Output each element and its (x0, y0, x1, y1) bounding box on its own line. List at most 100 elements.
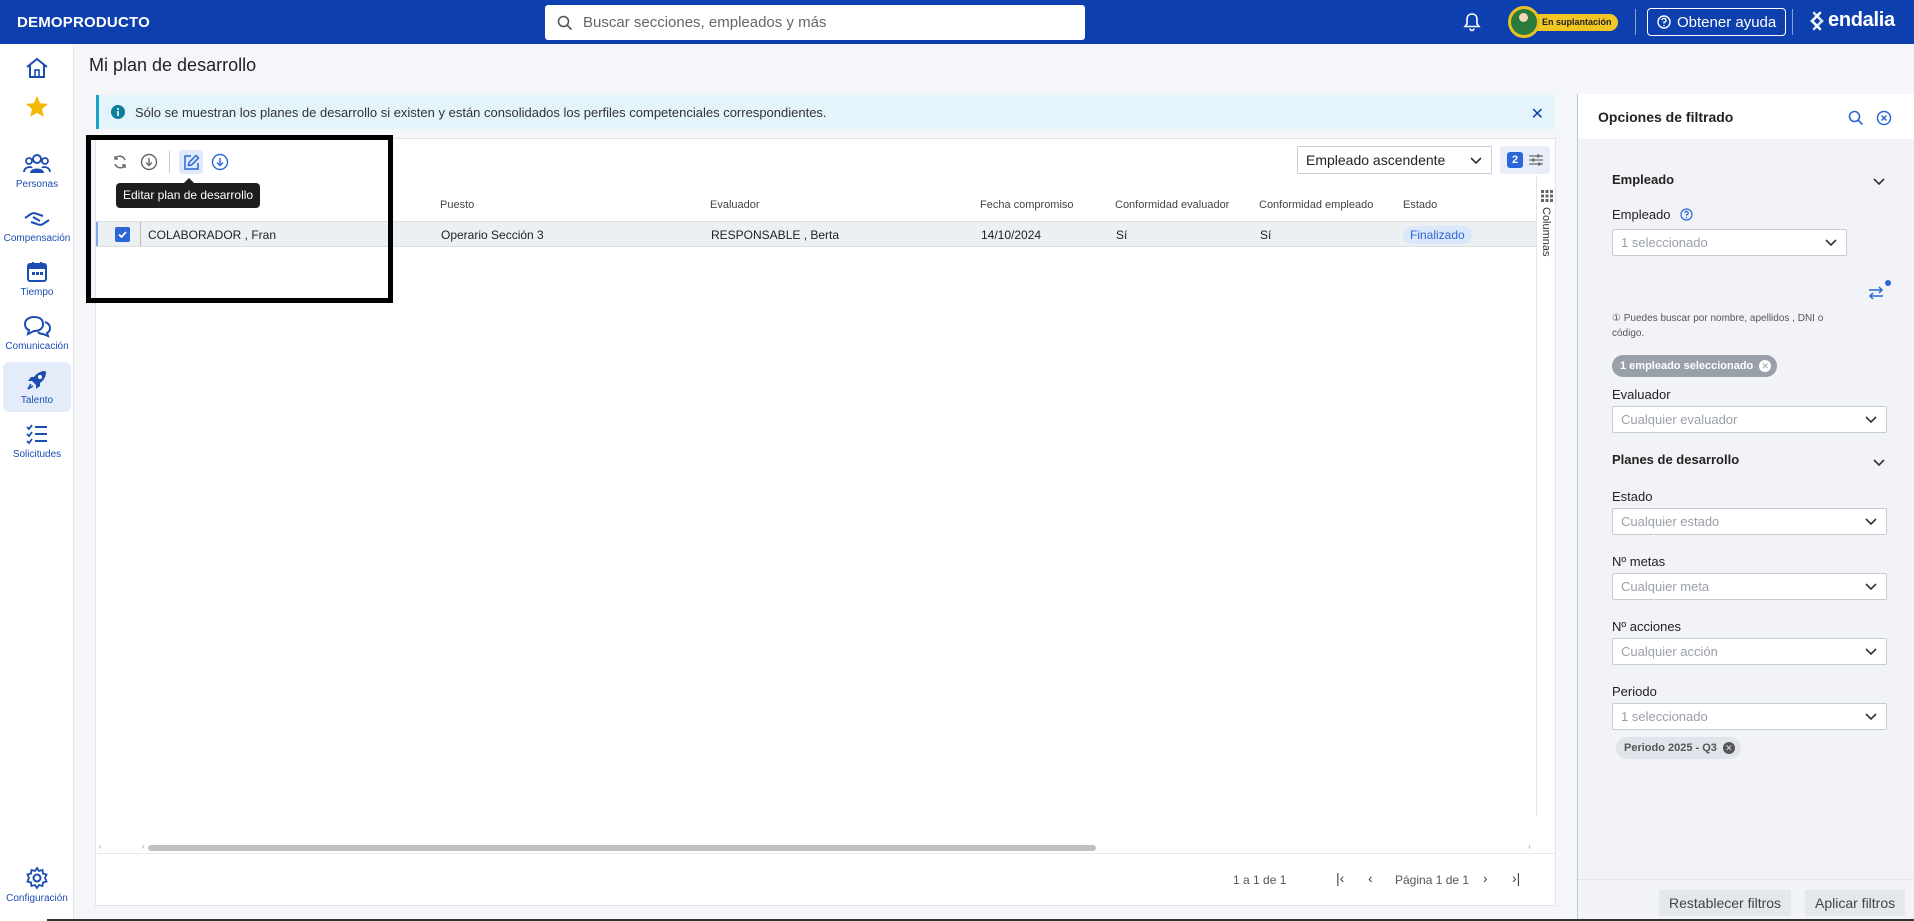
search-icon[interactable] (1848, 110, 1864, 126)
help-circle-icon (1657, 15, 1671, 29)
acciones-label: Nº acciones (1612, 619, 1682, 634)
column-header[interactable]: Puesto (440, 199, 474, 211)
scroll-left-icon[interactable]: ‹ (142, 842, 145, 851)
scroll-right-icon[interactable]: › (1528, 842, 1531, 851)
sidebar-item-configuracion[interactable]: Configuración (3, 866, 71, 904)
section-title-empleado[interactable]: Empleado (1612, 172, 1674, 187)
scroll-left-icon[interactable]: ‹ (99, 842, 102, 851)
download-icon[interactable] (137, 150, 161, 174)
column-header[interactable]: Conformidad evaluador (1115, 199, 1229, 211)
avatar (1508, 6, 1540, 38)
prev-page-icon[interactable]: ‹ (1368, 870, 1373, 886)
page-title: Mi plan de desarrollo (89, 55, 257, 75)
columns-count-badge: 2 (1507, 152, 1523, 168)
chevron-down-icon[interactable] (1872, 455, 1886, 469)
chevron-down-icon (1865, 713, 1877, 721)
sidebar: Personas Compensación Tiempo Comunicació… (0, 44, 74, 921)
sidebar-item-favorites[interactable] (3, 94, 71, 120)
help-circle-icon[interactable] (1680, 208, 1693, 221)
remove-chip-icon[interactable]: ✕ (1759, 360, 1772, 372)
search-input[interactable] (583, 14, 1063, 31)
empleado-label: Empleado (1612, 207, 1693, 222)
sidebar-item-solicitudes[interactable]: Solicitudes (3, 422, 71, 460)
metas-label: Nº metas (1612, 554, 1666, 569)
metas-select[interactable]: Cualquier meta (1612, 573, 1887, 600)
pagination: 1 a 1 de 1 |‹ ‹ Página 1 de 1 › ›| (96, 853, 1555, 903)
home-icon (26, 57, 48, 78)
cell-evaluador: RESPONSABLE , Berta (711, 228, 840, 242)
horizontal-scrollbar[interactable]: ‹ ‹ › (96, 842, 1536, 852)
periodo-label: Periodo (1612, 684, 1657, 699)
edit-plan-icon[interactable] (179, 150, 203, 174)
first-page-icon[interactable]: |‹ (1336, 870, 1344, 886)
download-plan-icon[interactable] (208, 150, 232, 174)
column-header[interactable]: Estado (1403, 199, 1437, 211)
divider (1635, 9, 1636, 35)
impersonation-badge: En suplantación (1530, 13, 1618, 31)
periodo-chip[interactable]: Periodo 2025 - Q3 ✕ (1616, 737, 1741, 759)
close-icon[interactable]: ✕ (1531, 104, 1544, 124)
sidebar-item-label: Solicitudes (12, 449, 62, 460)
evaluador-label: Evaluador (1612, 387, 1671, 402)
section-title-planes[interactable]: Planes de desarrollo (1612, 452, 1739, 467)
notifications-bell-icon[interactable] (1462, 12, 1482, 35)
sidebar-item-personas[interactable]: Personas (3, 152, 71, 190)
sort-select[interactable]: Empleado ascendente (1297, 146, 1492, 174)
apply-filters-button[interactable]: Aplicar filtros (1805, 890, 1906, 916)
global-search[interactable] (545, 5, 1085, 40)
info-banner: Sólo se muestran los planes de desarroll… (96, 95, 1555, 129)
row-checkbox[interactable] (115, 227, 130, 242)
next-page-icon[interactable]: › (1483, 870, 1488, 886)
empleado-select[interactable]: 1 seleccionado (1612, 229, 1847, 256)
pager-page: Página 1 de 1 (1395, 873, 1470, 887)
column-header[interactable]: Fecha compromiso (980, 199, 1074, 211)
table-header: Puesto Evaluador Fecha compromiso Confor… (96, 187, 1536, 221)
scrollbar-thumb[interactable] (148, 845, 1096, 851)
remove-chip-icon[interactable]: ✕ (1722, 742, 1735, 754)
reset-filters-button[interactable]: Restablecer filtros (1659, 890, 1792, 916)
periodo-select[interactable]: 1 seleccionado (1612, 703, 1887, 730)
column-header[interactable]: Conformidad empleado (1259, 199, 1373, 211)
acciones-select[interactable]: Cualquier acción (1612, 638, 1887, 665)
sidebar-item-compensacion[interactable]: Compensación (3, 208, 71, 244)
columns-side-panel[interactable]: Columnas (1536, 175, 1556, 815)
chevron-down-icon[interactable] (1872, 174, 1886, 188)
sidebar-item-label: Comunicación (5, 341, 69, 352)
evaluador-select[interactable]: Cualquier evaluador (1612, 406, 1887, 433)
sidebar-item-home[interactable] (3, 56, 71, 80)
divider (1792, 9, 1793, 35)
row-select-cell[interactable] (96, 222, 141, 246)
sidebar-item-tiempo[interactable]: Tiempo (3, 260, 71, 298)
company-name[interactable]: DEMOPRODUCTO (17, 14, 150, 31)
user-avatar-menu[interactable]: En suplantación (1508, 6, 1618, 38)
filter-panel-title: Opciones de filtrado (1598, 109, 1734, 125)
checklist-icon (26, 424, 47, 445)
search-icon (557, 15, 573, 30)
cell-conf-empleado: Sí (1260, 228, 1272, 242)
data-grid: Empleado ascendente 2 Puesto Evaluador F… (95, 138, 1556, 906)
estado-select[interactable]: Cualquier estado (1612, 508, 1887, 535)
empleado-chip[interactable]: 1 empleado seleccionado ✕ (1612, 355, 1778, 377)
top-bar: DEMOPRODUCTO En suplantación Obtener ayu… (0, 0, 1914, 44)
empleado-label-text: Empleado (1612, 207, 1671, 222)
help-button[interactable]: Obtener ayuda (1647, 8, 1787, 36)
columns-settings-button[interactable]: 2 (1500, 146, 1550, 174)
compensation-icon (24, 212, 50, 226)
estado-label: Estado (1612, 489, 1653, 504)
endalia-logo[interactable]: endalia (1806, 9, 1895, 32)
sidebar-item-comunicacion[interactable]: Comunicación (3, 314, 71, 352)
acciones-select-placeholder: Cualquier acción (1621, 644, 1718, 659)
filter-panel-footer: Restablecer filtros Aplicar filtros (1578, 879, 1914, 921)
periodo-select-value: 1 seleccionado (1621, 709, 1708, 724)
close-circle-icon[interactable] (1876, 110, 1892, 126)
refresh-icon[interactable] (108, 150, 132, 174)
table-row[interactable]: COLABORADOR , Fran Operario Sección 3 RE… (96, 221, 1536, 247)
column-header[interactable]: Evaluador (710, 199, 760, 211)
logo-text: endalia (1828, 9, 1895, 31)
chevron-down-icon (1865, 648, 1877, 656)
last-page-icon[interactable]: ›| (1512, 870, 1520, 886)
swap-icon[interactable] (1867, 284, 1885, 302)
info-icon (111, 105, 125, 119)
sidebar-item-talento[interactable]: Talento (3, 362, 71, 412)
filter-panel: Opciones de filtrado Empleado Empleado 1… (1577, 94, 1914, 921)
